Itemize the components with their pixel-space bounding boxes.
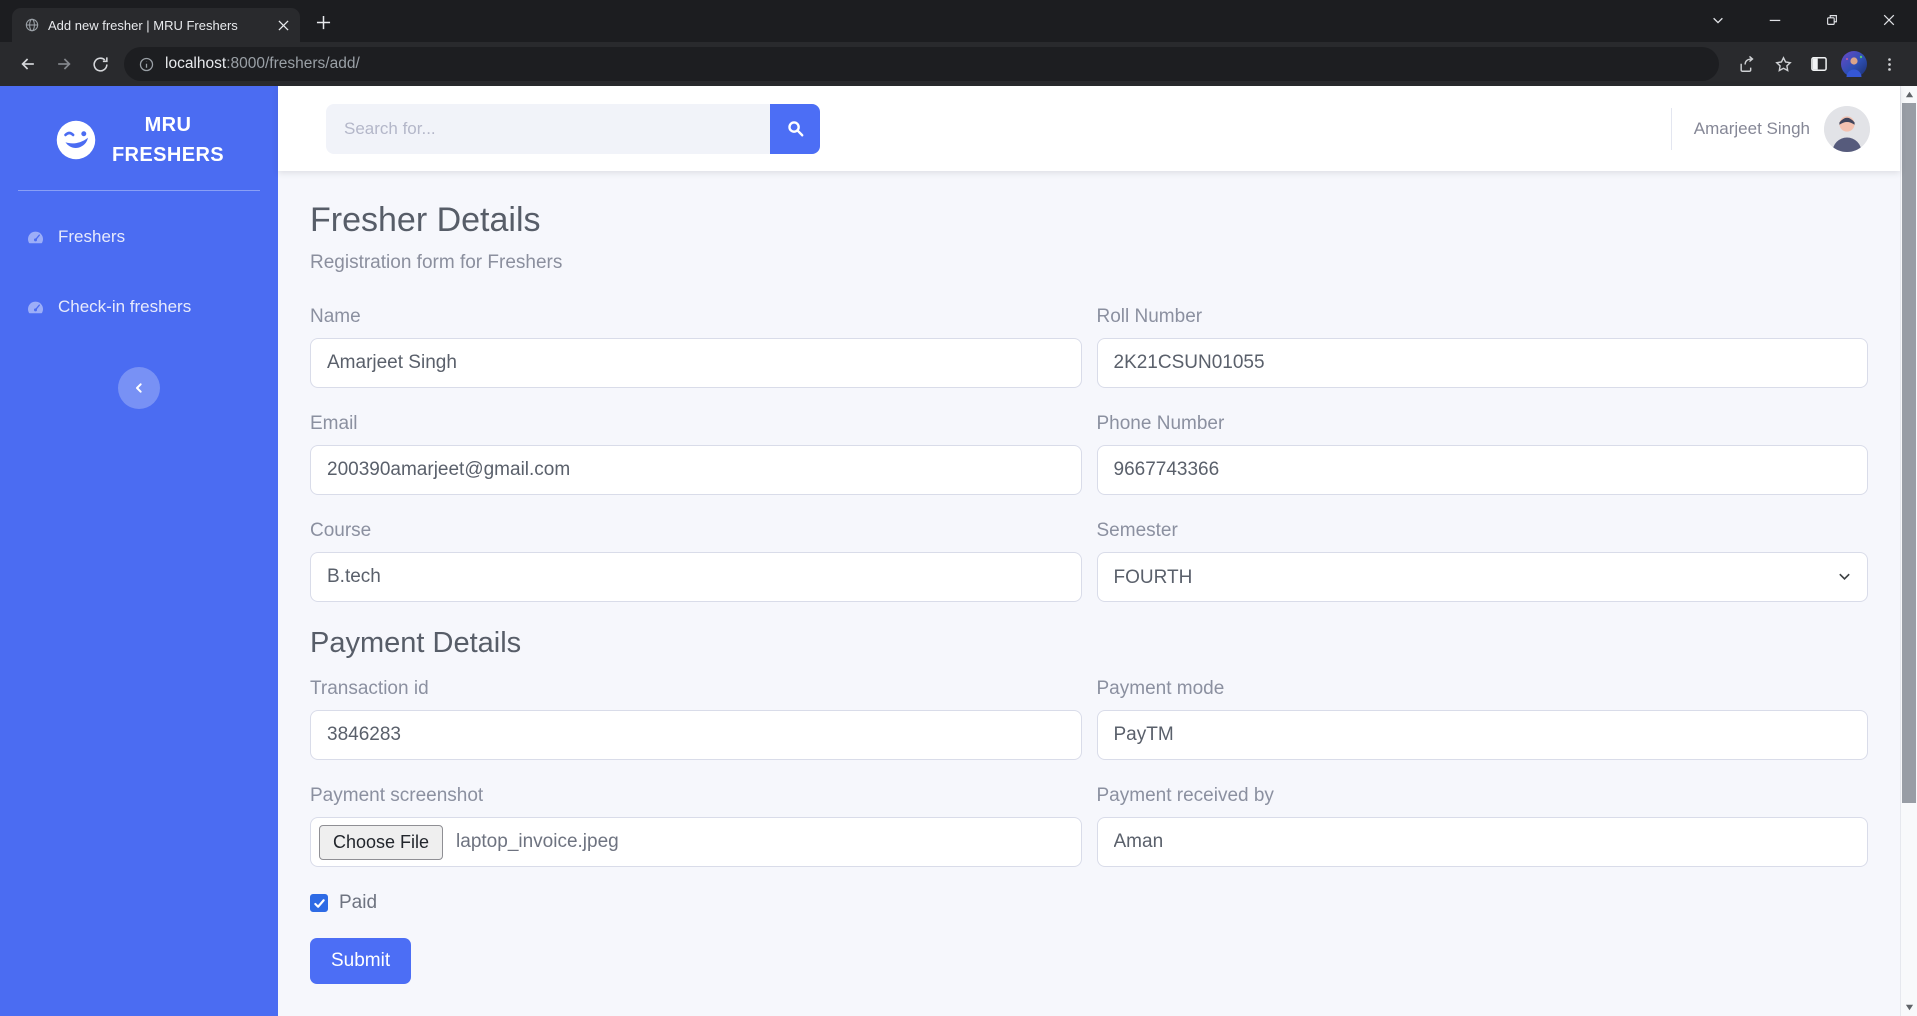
payment-received-by-label: Payment received by xyxy=(1096,785,1274,806)
browser-chrome: Add new fresher | MRU Freshers localhost… xyxy=(0,0,1917,86)
field-semester: Semester FOURTH xyxy=(1096,520,1868,602)
share-icon[interactable] xyxy=(1729,46,1765,82)
transaction-id-input[interactable] xyxy=(310,710,1082,760)
field-phone: Phone Number xyxy=(1096,413,1868,495)
roll-number-label: Roll Number xyxy=(1096,306,1203,327)
browser-tab[interactable]: Add new fresher | MRU Freshers xyxy=(12,8,300,42)
speedometer-icon xyxy=(26,228,45,247)
window-restore-button[interactable] xyxy=(1803,0,1860,40)
phone-input[interactable] xyxy=(1096,445,1868,495)
window-minimize-button[interactable] xyxy=(1746,0,1803,40)
url-host: localhost xyxy=(165,55,227,72)
tab-strip: Add new fresher | MRU Freshers xyxy=(0,0,1917,42)
topbar: Amarjeet Singh xyxy=(278,86,1900,171)
paid-checkbox[interactable] xyxy=(310,894,328,912)
payment-mode-label: Payment mode xyxy=(1096,678,1225,699)
url-path: :8000/freshers/add/ xyxy=(226,55,360,72)
tab-title: Add new fresher | MRU Freshers xyxy=(48,17,238,33)
scrollbar-thumb[interactable] xyxy=(1902,103,1916,803)
side-panel-icon[interactable] xyxy=(1801,46,1837,82)
field-roll-number: Roll Number xyxy=(1096,306,1868,388)
url-bar[interactable]: localhost:8000/freshers/add/ xyxy=(124,47,1719,81)
scrollbar-down-arrow-icon[interactable] xyxy=(1901,999,1917,1016)
topbar-user-area[interactable]: Amarjeet Singh xyxy=(1670,105,1870,152)
semester-select[interactable]: FOURTH xyxy=(1096,552,1868,602)
topbar-divider xyxy=(1670,107,1672,150)
window-controls xyxy=(1689,0,1917,40)
tab-favicon-globe-icon xyxy=(24,17,40,33)
tab-close-icon[interactable] xyxy=(274,16,292,34)
field-name: Name xyxy=(310,306,1082,388)
site-info-icon[interactable] xyxy=(138,56,155,73)
search-form xyxy=(326,103,820,154)
page-scrollbar[interactable] xyxy=(1900,86,1917,1016)
reload-button-icon[interactable] xyxy=(82,46,118,82)
paid-label: Paid xyxy=(339,892,378,913)
window-close-button[interactable] xyxy=(1860,0,1917,40)
brand[interactable]: MRU FRESHERS xyxy=(0,86,278,186)
sidebar-item-label: Check-in freshers xyxy=(58,297,192,316)
content: Fresher Details Registration form for Fr… xyxy=(278,171,1900,984)
submit-button[interactable]: Submit xyxy=(310,938,412,984)
url-text: localhost:8000/freshers/add/ xyxy=(165,55,360,73)
page-title: Fresher Details xyxy=(310,201,541,239)
sidebar-item-checkin-freshers[interactable]: Check-in freshers xyxy=(0,277,278,337)
search-icon xyxy=(786,119,805,138)
field-transaction-id: Transaction id xyxy=(310,678,1082,760)
back-button-icon[interactable] xyxy=(10,46,46,82)
name-label: Name xyxy=(310,306,361,327)
paid-row: Paid xyxy=(310,892,1868,914)
name-input[interactable] xyxy=(310,338,1082,388)
browser-menu-icon[interactable] xyxy=(1871,46,1907,82)
payment-screenshot-label: Payment screenshot xyxy=(310,785,484,806)
new-tab-button[interactable] xyxy=(308,7,338,37)
transaction-id-label: Transaction id xyxy=(310,678,429,699)
sidebar-item-label: Freshers xyxy=(58,227,126,246)
semester-label: Semester xyxy=(1096,520,1178,541)
browser-toolbar: localhost:8000/freshers/add/ xyxy=(0,42,1917,86)
smiley-wink-logo-icon xyxy=(54,118,98,162)
browser-profile-avatar[interactable] xyxy=(1837,47,1871,81)
sidebar-collapse-button[interactable] xyxy=(118,367,160,409)
file-name: laptop_invoice.jpeg xyxy=(456,831,619,852)
file-input[interactable]: Choose File laptop_invoice.jpeg xyxy=(310,817,1082,867)
scrollbar-up-arrow-icon[interactable] xyxy=(1901,86,1917,103)
field-payment-received-by: Payment received by xyxy=(1096,785,1868,867)
search-button[interactable] xyxy=(770,103,820,154)
user-name: Amarjeet Singh xyxy=(1693,118,1810,138)
brand-text: MRU FRESHERS xyxy=(112,110,224,170)
payment-received-by-input[interactable] xyxy=(1096,817,1868,867)
sidebar-item-freshers[interactable]: Freshers xyxy=(0,207,278,267)
brand-line2: FRESHERS xyxy=(111,144,225,166)
speedometer-icon xyxy=(26,298,45,317)
sidebar: MRU FRESHERS Freshers Check-in freshers xyxy=(0,86,278,1016)
tab-search-chevron-icon[interactable] xyxy=(1689,0,1746,40)
field-payment-screenshot: Payment screenshot Choose File laptop_in… xyxy=(310,785,1082,867)
main-area: Amarjeet Singh Fresher Details Registrat… xyxy=(278,86,1900,1016)
course-label: Course xyxy=(310,520,372,541)
brand-line1: MRU xyxy=(144,114,192,136)
course-input[interactable] xyxy=(310,552,1082,602)
phone-label: Phone Number xyxy=(1096,413,1225,434)
email-field[interactable] xyxy=(310,445,1082,495)
chevron-left-icon xyxy=(131,380,147,396)
page-subtitle: Registration form for Freshers xyxy=(310,252,563,273)
email-label: Email xyxy=(310,413,358,434)
search-input[interactable] xyxy=(326,103,770,154)
field-payment-mode: Payment mode xyxy=(1096,678,1868,760)
user-avatar[interactable] xyxy=(1824,105,1870,152)
payment-section-title: Payment Details xyxy=(310,627,522,659)
forward-button-icon[interactable] xyxy=(46,46,82,82)
page-viewport: MRU FRESHERS Freshers Check-in freshers … xyxy=(0,86,1917,1016)
field-course: Course xyxy=(310,520,1082,602)
sidebar-divider xyxy=(18,190,260,191)
roll-number-input[interactable] xyxy=(1096,338,1868,388)
field-email: Email xyxy=(310,413,1082,495)
payment-mode-input[interactable] xyxy=(1096,710,1868,760)
bookmark-star-icon[interactable] xyxy=(1765,46,1801,82)
choose-file-button[interactable]: Choose File xyxy=(319,824,444,860)
